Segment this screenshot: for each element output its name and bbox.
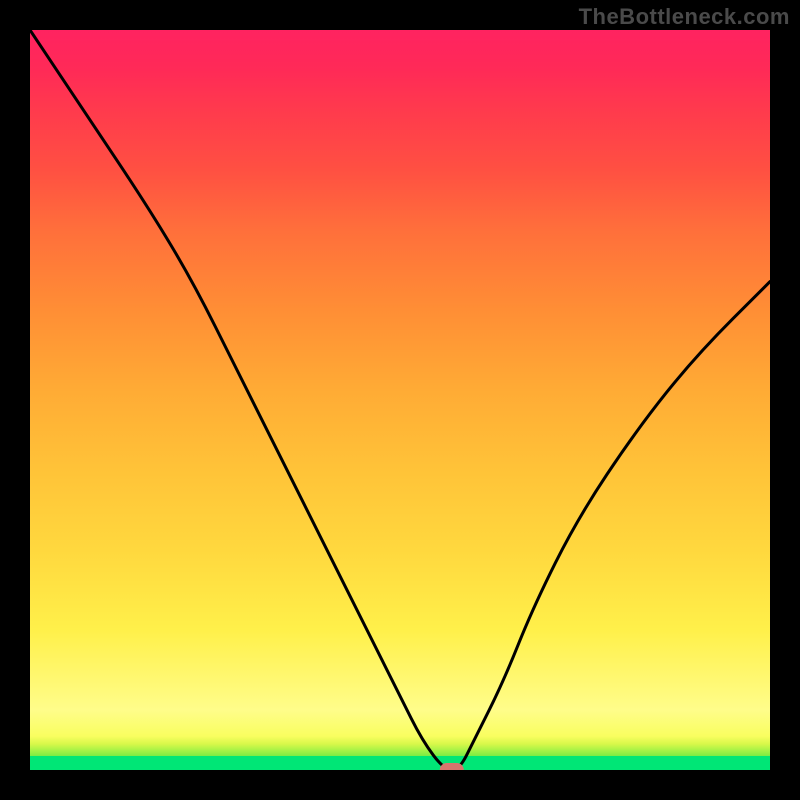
attribution-text: TheBottleneck.com (579, 4, 790, 30)
chart-frame: TheBottleneck.com (0, 0, 800, 800)
plot-area (30, 30, 770, 770)
